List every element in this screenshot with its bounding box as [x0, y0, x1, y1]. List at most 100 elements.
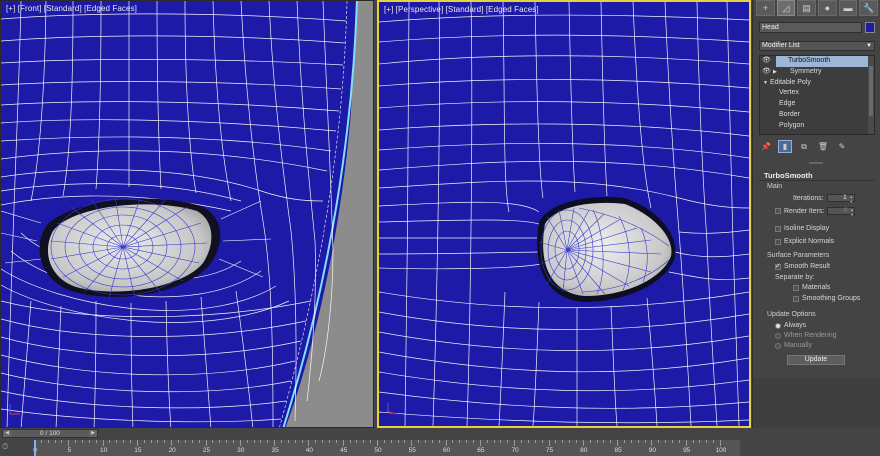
stack-item-label: Vertex — [779, 89, 799, 97]
modifier-stack-scrollbar[interactable] — [868, 56, 874, 134]
when-rendering-row: When Rendering — [775, 332, 837, 339]
stack-item-border[interactable]: Border — [760, 110, 874, 121]
track-bar-tick-label: 5 — [67, 447, 72, 454]
front-viewport[interactable]: [+] [Front] [Standard] [Edged Faces] — [0, 0, 374, 428]
track-bar-tick — [390, 440, 392, 443]
track-bar-tick — [130, 440, 132, 443]
track-bar-tick-label: 60 — [442, 447, 451, 454]
show-end-result-icon[interactable]: ▮ — [778, 140, 792, 153]
track-bar-tick — [219, 440, 221, 443]
stack-item-turbosmooth[interactable]: 👁 TurboSmooth — [762, 56, 874, 67]
iterations-spinner[interactable]: 1 — [826, 194, 855, 204]
track-bar-tick — [184, 440, 186, 443]
time-configuration-icon[interactable]: ⏱ — [2, 442, 16, 454]
perspective-viewport[interactable]: [+] [Perspective] [Standard] [Edged Face… — [377, 0, 751, 428]
track-bar-tick — [109, 440, 111, 443]
render-iters-spinner[interactable]: 0 — [827, 207, 856, 217]
track-bar-tick — [493, 440, 495, 443]
eye-icon[interactable]: 👁 — [762, 67, 771, 78]
current-frame-marker[interactable] — [34, 440, 36, 456]
render-iters-checkbox[interactable] — [775, 208, 781, 214]
track-bar-tick — [603, 440, 605, 443]
display-tab-icon[interactable]: ▬ — [838, 0, 858, 16]
stack-toolbar: 📌 ▮ ⧉ 🗑 ✎ — [759, 140, 849, 153]
modify-tab-icon[interactable]: ◿ — [776, 0, 796, 16]
utilities-tab-icon[interactable]: 🔧 — [859, 0, 879, 16]
track-bar-tick — [486, 440, 488, 443]
hierarchy-tab-icon[interactable]: ▤ — [797, 0, 817, 16]
track-bar-tick — [500, 440, 502, 443]
turbosmooth-rollout: TurboSmooth Main Iterations: 1 Render It… — [759, 170, 875, 374]
rollout-title[interactable]: TurboSmooth — [759, 170, 875, 181]
track-bar-tick-label: 40 — [305, 447, 314, 454]
when-rendering-radio[interactable] — [775, 332, 781, 339]
track-bar-tick — [232, 440, 234, 443]
rollout-divider[interactable] — [809, 162, 823, 164]
track-bar-tick — [685, 440, 687, 446]
track-bar-tick — [239, 440, 241, 446]
track-bar-tick — [623, 440, 625, 443]
expand-arrow-icon[interactable]: ▶ — [773, 67, 777, 78]
track-bar-tick — [253, 440, 255, 443]
track-bar-tick — [198, 440, 200, 443]
motion-tab-icon[interactable]: ● — [818, 0, 837, 16]
track-bar-tick — [514, 440, 516, 446]
track-bar-tick — [280, 440, 282, 443]
track-bar-tick — [548, 440, 550, 446]
track-bar-tick — [479, 440, 481, 446]
track-bar-tick — [102, 440, 104, 446]
manually-radio[interactable] — [775, 342, 781, 349]
object-color-swatch[interactable] — [865, 22, 875, 33]
stack-item-edge[interactable]: Edge — [760, 99, 874, 110]
modifier-list-dropdown[interactable]: Modifier List ▼ — [759, 41, 875, 51]
stack-item-vertex[interactable]: Vertex — [760, 88, 874, 99]
make-unique-icon[interactable]: ⧉ — [797, 140, 811, 153]
update-button[interactable]: Update — [787, 355, 845, 365]
time-slider[interactable]: ◀ 0 / 100 ▶ — [2, 429, 98, 438]
track-bar-tick-label: 65 — [477, 447, 485, 454]
remove-modifier-icon[interactable]: 🗑 — [816, 140, 830, 153]
track-bar-tick-label: 80 — [580, 447, 588, 454]
stack-item-polygon[interactable]: Polygon — [760, 121, 874, 132]
configure-sets-icon[interactable]: ✎ — [835, 140, 849, 153]
track-bar-tick-label: 35 — [271, 447, 279, 454]
stack-item-label: Symmetry — [790, 67, 822, 75]
max-app-window: [+] [Front] [Standard] [Edged Faces] [+]… — [0, 0, 880, 456]
front-viewport-label[interactable]: [+] [Front] [Standard] [Edged Faces] — [6, 4, 137, 13]
explicit-normals-checkbox[interactable] — [775, 238, 781, 245]
track-bar-tick-label: 15 — [134, 447, 142, 454]
track-bar[interactable]: 0510152025303540455055606570758085909510… — [33, 440, 740, 456]
smoothing-groups-checkbox[interactable] — [793, 295, 799, 302]
collapse-arrow-icon[interactable]: ▼ — [763, 78, 768, 89]
track-bar-tick — [322, 440, 324, 443]
track-bar-tick — [274, 440, 276, 446]
track-bar-tick — [404, 440, 406, 443]
isoline-checkbox[interactable] — [775, 225, 781, 232]
smooth-result-checkbox[interactable] — [775, 262, 781, 270]
track-bar-tick-label: 100 — [715, 447, 727, 454]
eye-icon[interactable]: 👁 — [762, 56, 771, 67]
track-bar-tick — [116, 440, 118, 443]
next-frame-icon[interactable]: ▶ — [89, 430, 97, 437]
create-tab-icon[interactable]: + — [756, 0, 775, 16]
modifier-stack[interactable]: 👁 TurboSmooth 👁 ▶ Symmetry ▼ Editable Po… — [759, 55, 875, 135]
track-bar-tick — [534, 440, 536, 443]
track-bar-tick — [356, 440, 358, 443]
perspective-viewport-label[interactable]: [+] [Perspective] [Standard] [Edged Face… — [384, 5, 539, 14]
pin-stack-icon[interactable]: 📌 — [759, 140, 773, 153]
track-bar-tick — [383, 440, 385, 443]
track-bar-tick — [143, 440, 145, 443]
materials-checkbox[interactable] — [793, 284, 799, 291]
stack-item-symmetry[interactable]: 👁 ▶ Symmetry — [760, 67, 874, 78]
track-bar-tick-label: 90 — [648, 447, 657, 454]
stack-item-editable-poly[interactable]: ▼ Editable Poly — [760, 78, 874, 89]
object-name-field[interactable]: Head — [759, 22, 862, 33]
track-bar-tick — [438, 440, 440, 443]
scrollbar-thumb[interactable] — [869, 66, 873, 116]
track-bar-tick — [720, 440, 721, 446]
prev-frame-icon[interactable]: ◀ — [3, 430, 11, 437]
track-bar-tick-label: 75 — [545, 447, 554, 454]
always-radio[interactable] — [775, 322, 781, 329]
explicit-normals-row: Explicit Normals — [775, 238, 834, 245]
track-bar-tick — [651, 440, 653, 446]
